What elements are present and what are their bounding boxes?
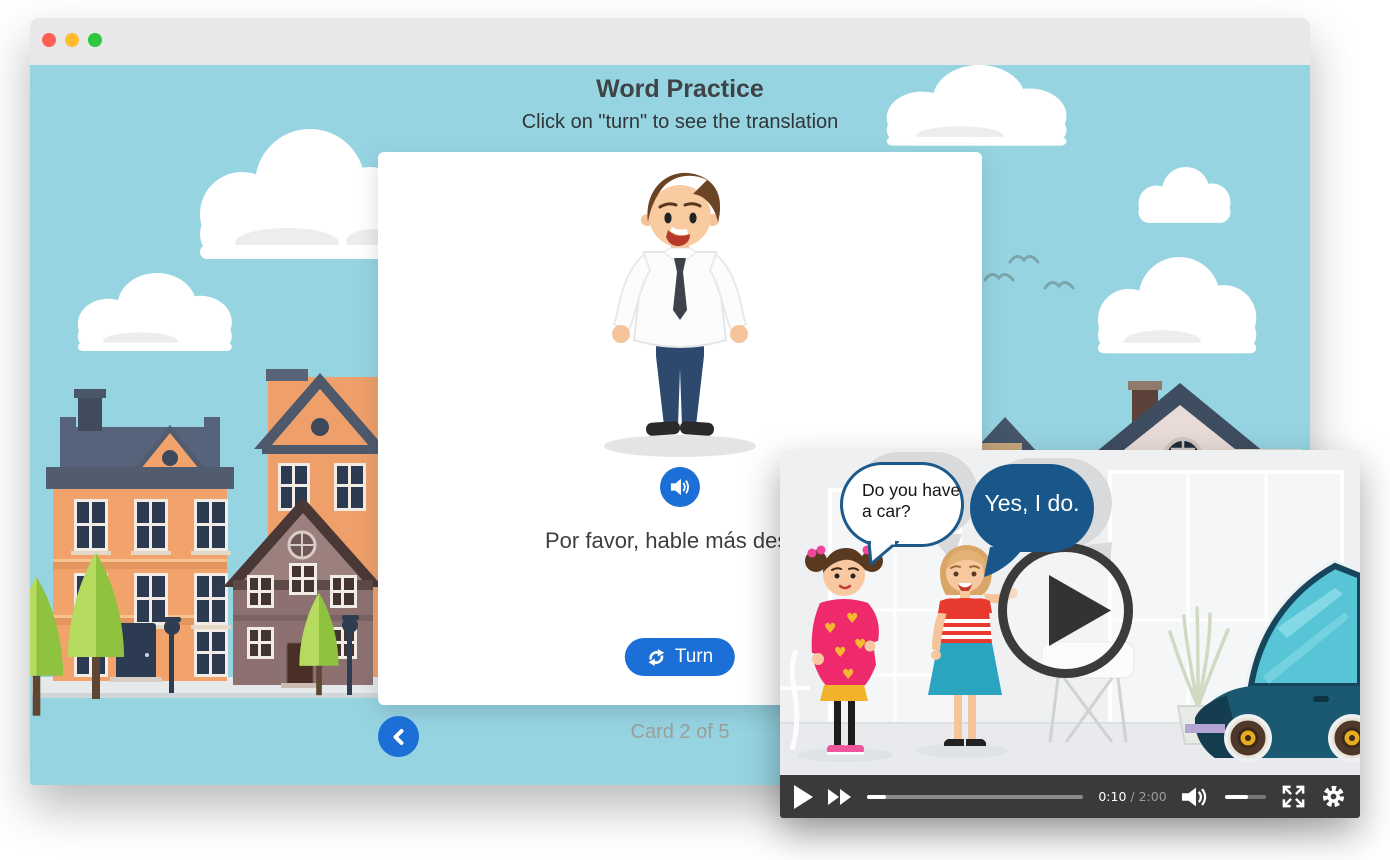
time-current: 0:10	[1098, 789, 1126, 804]
answer-text: Yes, I do.	[984, 490, 1079, 516]
svg-text:♥: ♥	[842, 667, 855, 683]
fast-forward-icon	[828, 789, 852, 805]
volume-button[interactable]	[1182, 787, 1210, 807]
video-scene: ♥ ♥ ♥ ♥ ♥	[780, 450, 1360, 775]
question-line-1: Do you have	[862, 480, 961, 501]
progress-bar[interactable]	[867, 795, 1083, 799]
settings-button[interactable]	[1321, 784, 1346, 809]
page-subtitle: Click on "turn" to see the translation	[378, 111, 982, 134]
settings-gear-icon	[1321, 784, 1346, 809]
video-player: ♥ ♥ ♥ ♥ ♥	[780, 450, 1360, 818]
play-button[interactable]	[794, 785, 813, 809]
chevron-left-icon	[390, 728, 408, 746]
time-display: 0:10 / 2:00	[1098, 789, 1166, 804]
speech-bubble-question: Do you have a car?	[840, 462, 964, 547]
refresh-icon	[647, 648, 666, 667]
fullscreen-icon	[1281, 784, 1306, 809]
speech-bubble-answer: Yes, I do.	[970, 464, 1094, 552]
speaker-icon	[670, 477, 691, 497]
volume-slider[interactable]	[1225, 795, 1266, 799]
practice-header: Word Practice Click on "turn" to see the…	[378, 75, 982, 134]
page-title: Word Practice	[378, 75, 982, 104]
previous-card-button[interactable]	[378, 716, 419, 757]
svg-text:♥: ♥	[824, 621, 837, 637]
window-titlebar	[30, 18, 1310, 65]
svg-text:♥: ♥	[854, 637, 867, 653]
time-total: 2:00	[1139, 789, 1167, 804]
businessman-illustration	[590, 164, 770, 459]
audio-button[interactable]	[660, 467, 700, 507]
bubble-tail	[982, 547, 1026, 577]
volume-icon	[1182, 787, 1210, 807]
birds-icon	[985, 256, 1073, 288]
flashcard-phrase: Por favor, hable más despa	[545, 528, 813, 554]
volume-level	[1225, 795, 1249, 799]
svg-text:♥: ♥	[834, 645, 847, 661]
svg-text:♥: ♥	[846, 611, 859, 627]
minimize-button[interactable]	[65, 33, 79, 47]
progress-played	[867, 795, 886, 799]
close-button[interactable]	[42, 33, 56, 47]
video-controls-bar: 0:10 / 2:00	[780, 775, 1360, 818]
question-line-2: a car?	[862, 501, 961, 522]
time-separator: /	[1126, 789, 1138, 804]
play-icon	[794, 785, 813, 809]
turn-button[interactable]: Turn	[625, 638, 735, 676]
turn-button-label: Turn	[675, 646, 713, 668]
fullscreen-button[interactable]	[1281, 784, 1306, 809]
zoom-button[interactable]	[88, 33, 102, 47]
bubble-tail	[865, 541, 899, 565]
fast-forward-button[interactable]	[828, 789, 852, 805]
